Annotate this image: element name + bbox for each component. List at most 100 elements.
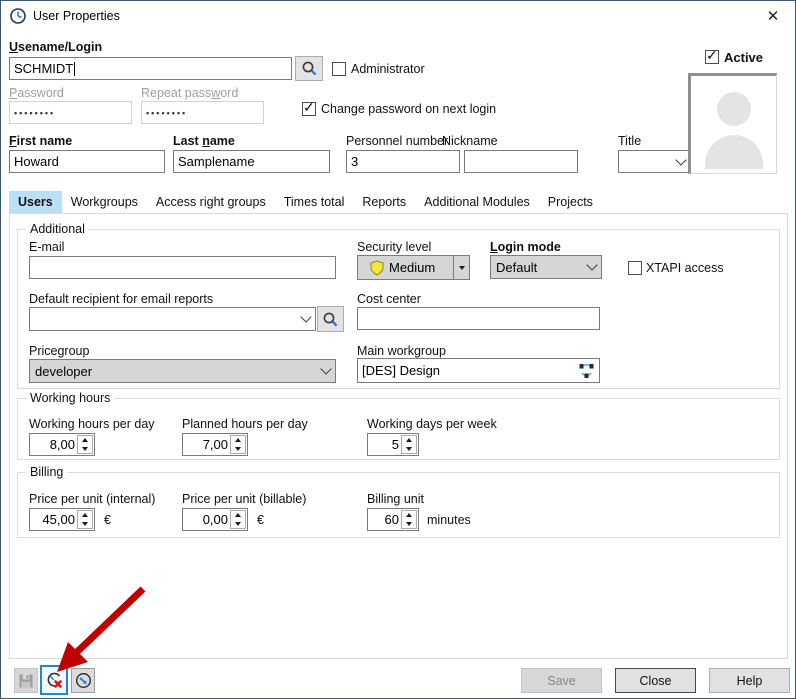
active-label: Active — [724, 50, 763, 65]
email-input[interactable] — [29, 256, 336, 279]
price-billable-spinner[interactable]: 0,00 — [182, 508, 248, 531]
password-input — [9, 101, 132, 124]
spin-down-icon — [402, 520, 416, 529]
change-password-checkbox[interactable] — [302, 102, 316, 116]
planned-hours-per-day-spinner[interactable]: 7,00 — [182, 433, 248, 456]
personnel-number-input[interactable] — [346, 150, 460, 173]
username-value: SCHMIDT — [14, 61, 73, 76]
spin-down-icon — [402, 445, 416, 454]
security-dropdown-segment[interactable] — [453, 256, 469, 279]
circle-arrow-icon — [75, 672, 92, 689]
billing-group-label: Billing — [26, 465, 67, 479]
help-button[interactable]: Help — [709, 668, 790, 693]
default-recipient-combobox[interactable] — [29, 307, 316, 331]
title-label: Title — [618, 134, 641, 148]
price-billable-currency: € — [257, 513, 264, 527]
tab-bar: Users Workgroups Access right groups Tim… — [9, 191, 602, 214]
spinner-value: 7,00 — [183, 434, 229, 455]
xtapi-checkbox[interactable] — [628, 261, 642, 275]
administrator-label: Administrator — [351, 62, 425, 76]
spin-buttons[interactable] — [230, 510, 246, 529]
billing-unit-spinner[interactable]: 60 — [367, 508, 419, 531]
security-level-label: Security level — [357, 240, 431, 254]
recipient-lookup-button[interactable] — [317, 306, 344, 332]
price-internal-currency: € — [104, 513, 111, 527]
spin-buttons[interactable] — [77, 510, 93, 529]
spin-up-icon — [78, 511, 92, 520]
cost-center-input[interactable] — [357, 307, 600, 330]
spinner-value: 5 — [368, 434, 400, 455]
shield-icon — [370, 260, 384, 276]
working-hours-group-label: Working hours — [26, 391, 114, 405]
spinner-value: 60 — [368, 509, 400, 530]
price-internal-spinner[interactable]: 45,00 — [29, 508, 95, 531]
text-caret — [74, 62, 75, 76]
repeat-password-input — [141, 101, 264, 124]
last-name-label: Last name — [173, 134, 235, 148]
user-properties-dialog: User Properties ✕ Usename/Login SCHMIDT … — [0, 0, 796, 699]
tab-workgroups[interactable]: Workgroups — [62, 191, 147, 214]
chevron-down-icon — [320, 363, 331, 374]
working-days-per-week-spinner[interactable]: 5 — [367, 433, 419, 456]
spin-buttons[interactable] — [230, 435, 246, 454]
first-name-label: First name — [9, 134, 72, 148]
tab-projects[interactable]: Projects — [539, 191, 602, 214]
clock-delete-icon — [45, 671, 64, 690]
search-icon — [301, 60, 318, 77]
spin-buttons[interactable] — [401, 435, 417, 454]
main-workgroup-field[interactable]: [DES] Design — [357, 358, 600, 383]
user-photo-placeholder[interactable] — [688, 73, 777, 174]
tab-access-right-groups[interactable]: Access right groups — [147, 191, 275, 214]
billing-unit-label: Billing unit — [367, 492, 424, 506]
chevron-down-icon — [675, 154, 686, 165]
main-workgroup-label: Main workgroup — [357, 344, 446, 358]
chevron-down-icon — [300, 311, 311, 322]
spin-buttons[interactable] — [401, 510, 417, 529]
spin-down-icon — [78, 520, 92, 529]
window-title: User Properties — [33, 9, 120, 23]
close-icon[interactable]: ✕ — [759, 5, 787, 27]
working-hours-per-day-spinner[interactable]: 8,00 — [29, 433, 95, 456]
pricegroup-combobox[interactable]: developer — [29, 359, 336, 383]
spin-down-icon — [231, 520, 245, 529]
administrator-checkbox[interactable] — [332, 62, 346, 76]
login-mode-value: Default — [496, 260, 537, 275]
billing-unit-suffix: minutes — [427, 513, 471, 527]
price-internal-label: Price per unit (internal) — [29, 492, 155, 506]
security-level-dropdown[interactable]: Medium — [357, 255, 470, 280]
working-hours-per-day-label: Working hours per day — [29, 417, 155, 431]
title-bar: User Properties ✕ — [1, 1, 795, 31]
tab-reports[interactable]: Reports — [353, 191, 415, 214]
silhouette-body — [705, 135, 763, 169]
last-name-input[interactable] — [173, 150, 330, 173]
active-checkbox[interactable] — [705, 50, 719, 64]
pricegroup-value: developer — [35, 364, 92, 379]
delete-timestamp-button[interactable] — [40, 665, 68, 695]
title-combobox[interactable] — [618, 150, 691, 173]
spinner-value: 8,00 — [30, 434, 76, 455]
password-label: Password — [9, 86, 64, 100]
dropdown-arrow-icon — [459, 266, 465, 270]
tab-users[interactable]: Users — [9, 191, 62, 214]
nickname-input[interactable] — [464, 150, 578, 173]
spin-down-icon — [78, 445, 92, 454]
tab-additional-modules[interactable]: Additional Modules — [415, 191, 539, 214]
clock-icon — [9, 7, 27, 25]
change-password-label: Change password on next login — [321, 102, 496, 116]
save-button: Save — [521, 668, 602, 693]
login-mode-label: Login mode — [490, 240, 561, 254]
close-button[interactable]: Close — [615, 668, 696, 693]
tab-times-total[interactable]: Times total — [275, 191, 354, 214]
workgroup-network-icon[interactable] — [578, 363, 595, 379]
login-mode-combobox[interactable]: Default — [490, 255, 602, 279]
spin-up-icon — [231, 511, 245, 520]
go-to-button[interactable] — [71, 668, 95, 693]
spin-buttons[interactable] — [77, 435, 93, 454]
first-name-input[interactable] — [9, 150, 165, 173]
username-lookup-button[interactable] — [295, 56, 323, 81]
spin-down-icon — [231, 445, 245, 454]
planned-hours-per-day-label: Planned hours per day — [182, 417, 308, 431]
search-icon — [322, 311, 339, 328]
username-input[interactable]: SCHMIDT — [9, 57, 292, 80]
save-record-button — [14, 668, 38, 693]
